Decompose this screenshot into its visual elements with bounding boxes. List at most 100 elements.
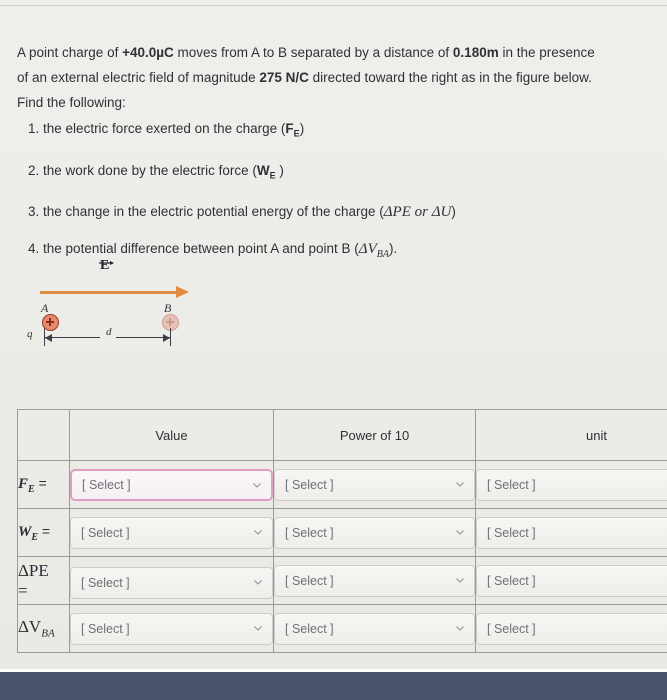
row-label-delta-vba-sub: BA <box>41 627 55 640</box>
row-label-we: WE = <box>17 508 70 557</box>
question-number-1: 1. <box>28 121 40 136</box>
table-header-row: Value Power of 10 unit <box>17 409 667 461</box>
cell-power-fe: [ Select ] <box>273 460 476 509</box>
select-value-fe-text: [ Select ] <box>82 477 131 492</box>
select-unit-we-text: [ Select ] <box>487 525 536 540</box>
cell-unit-delta-pe: [ Select ] <box>475 556 667 605</box>
cell-value-delta-pe: [ Select ] <box>69 556 274 605</box>
row-label-delta-vba-symbol: ΔVBA <box>18 617 55 639</box>
row-label-fe-symbol: FE <box>18 476 35 495</box>
statement-line-2: of an external electric field of magnitu… <box>17 65 647 90</box>
cell-unit-fe: [ Select ] <box>475 460 667 509</box>
row-label-we-sub: E <box>31 531 39 543</box>
question-text-2: the work done by the electric force ( <box>43 162 257 178</box>
select-value-delta-pe[interactable]: [ Select ] <box>70 566 273 599</box>
question-item-2: 2. the work done by the electric force (… <box>28 162 648 185</box>
question-symbol-2: WE <box>256 162 276 181</box>
cell-unit-we: [ Select ] <box>475 508 667 557</box>
select-power-we-text: [ Select ] <box>285 525 334 540</box>
chevron-down-icon <box>456 625 464 631</box>
distance-value: 0.180m <box>452 45 499 60</box>
select-unit-delta-vba-text: [ Select ] <box>487 621 536 636</box>
chevron-down-icon <box>253 482 261 488</box>
cell-unit-delta-vba: [ Select ] <box>475 604 667 653</box>
chevron-down-icon <box>254 579 262 585</box>
select-power-delta-pe[interactable]: [ Select ] <box>274 564 475 597</box>
symbol-main-1: F <box>285 121 294 136</box>
question-number-4: 4. <box>28 241 40 257</box>
header-blank <box>17 409 70 461</box>
physics-figure: E A B q d <box>12 258 242 358</box>
select-value-delta-pe-text: [ Select ] <box>81 575 130 590</box>
row-label-delta-pe: ΔPE = <box>17 556 70 605</box>
question-close-3: ) <box>451 204 456 220</box>
question-text-1: the electric force exerted on the charge… <box>43 121 286 136</box>
select-unit-fe-text: [ Select ] <box>487 477 536 492</box>
field-value: 275 N/C <box>259 70 309 85</box>
chevron-down-icon <box>456 529 464 535</box>
chevron-down-icon <box>254 529 262 535</box>
statement-text-2b: directed toward the right as in the figu… <box>308 70 592 85</box>
question-text-3: the change in the electric potential ene… <box>43 204 384 220</box>
select-value-delta-vba[interactable]: [ Select ] <box>70 612 273 645</box>
dimension-tick-right <box>170 328 171 346</box>
row-label-fe-eq: = <box>34 474 47 491</box>
select-unit-delta-pe[interactable]: [ Select ] <box>476 564 667 597</box>
bottom-status-bar <box>0 672 667 700</box>
select-unit-we[interactable]: [ Select ] <box>476 516 667 549</box>
select-power-we[interactable]: [ Select ] <box>274 516 475 549</box>
cell-value-delta-vba: [ Select ] <box>69 604 274 653</box>
symbol-sub-2: E <box>269 170 276 181</box>
question-close-1: ) <box>299 121 305 136</box>
select-value-fe[interactable]: [ Select ] <box>70 468 273 501</box>
row-label-fe-sub: E <box>28 483 35 495</box>
statement-line-3: Find the following: <box>17 95 126 110</box>
question-symbol-3: ΔPE or ΔU <box>383 204 452 221</box>
question-number-2: 2. <box>28 162 40 178</box>
chevron-down-icon <box>456 481 464 487</box>
statement-text-1a: A point charge of <box>17 45 123 60</box>
chevron-down-icon <box>254 625 262 631</box>
select-unit-delta-pe-text: [ Select ] <box>487 573 536 588</box>
top-divider <box>0 5 667 6</box>
symbol-main-2: W <box>256 162 270 178</box>
select-unit-delta-vba[interactable]: [ Select ] <box>476 612 667 645</box>
cell-power-we: [ Select ] <box>273 508 476 557</box>
row-label-we-main: W <box>18 523 32 540</box>
question-item-1: 1. the electric force exerted on the cha… <box>28 120 648 143</box>
dimension-arrow-right <box>163 333 170 342</box>
electric-field-label: E <box>100 258 110 273</box>
select-power-fe[interactable]: [ Select ] <box>274 468 475 501</box>
table-row: FE = [ Select ] [ Select ] [Select] <box>17 460 667 509</box>
header-power-of-10: Power of 10 <box>273 409 476 461</box>
chevron-down-icon <box>456 577 464 583</box>
answer-table: Value Power of 10 unit FE = [ Select ] [… <box>17 409 667 653</box>
select-power-delta-pe-text: [ Select ] <box>285 573 334 588</box>
question-symbol-1: FE <box>285 121 299 139</box>
select-power-delta-vba-text: [ Select ] <box>285 621 334 636</box>
question-symbol-4: ΔVBA <box>359 241 389 261</box>
row-label-delta-vba: ΔVBA <box>17 604 70 653</box>
question-text-4: the potential difference between point A… <box>43 241 359 257</box>
statement-text-2a: of an external electric field of magnitu… <box>17 70 260 85</box>
select-value-we-text: [ Select ] <box>81 525 130 540</box>
question-close-4: ). <box>388 241 398 257</box>
select-unit-fe[interactable]: [ Select ] <box>476 468 667 501</box>
distance-label: d <box>106 326 112 338</box>
header-value: Value <box>69 409 274 461</box>
row-label-delta-vba-main: ΔV <box>18 617 42 637</box>
page-surface: A point charge of +40.0µC moves from A t… <box>0 0 667 700</box>
charge-value: +40.0µC <box>122 45 174 60</box>
row-label-we-symbol: WE <box>18 523 39 543</box>
cell-power-delta-vba: [ Select ] <box>273 604 476 653</box>
select-value-we[interactable]: [ Select ] <box>70 516 273 549</box>
statement-text-1c: in the presence <box>498 45 595 60</box>
symbol-sub-4: BA <box>376 249 389 261</box>
table-row: WE = [ Select ] [ Select ] [Select] <box>17 508 667 557</box>
table-row: ΔVBA [ Select ] [ Select ] [Select] <box>17 604 667 653</box>
select-power-delta-vba[interactable]: [ Select ] <box>274 612 475 645</box>
select-value-delta-vba-text: [ Select ] <box>81 621 130 636</box>
header-unit: unit <box>475 409 667 461</box>
table-row: ΔPE = [ Select ] [ Select ] [Select] <box>17 556 667 605</box>
question-item-3: 3. the change in the electric potential … <box>28 203 648 221</box>
